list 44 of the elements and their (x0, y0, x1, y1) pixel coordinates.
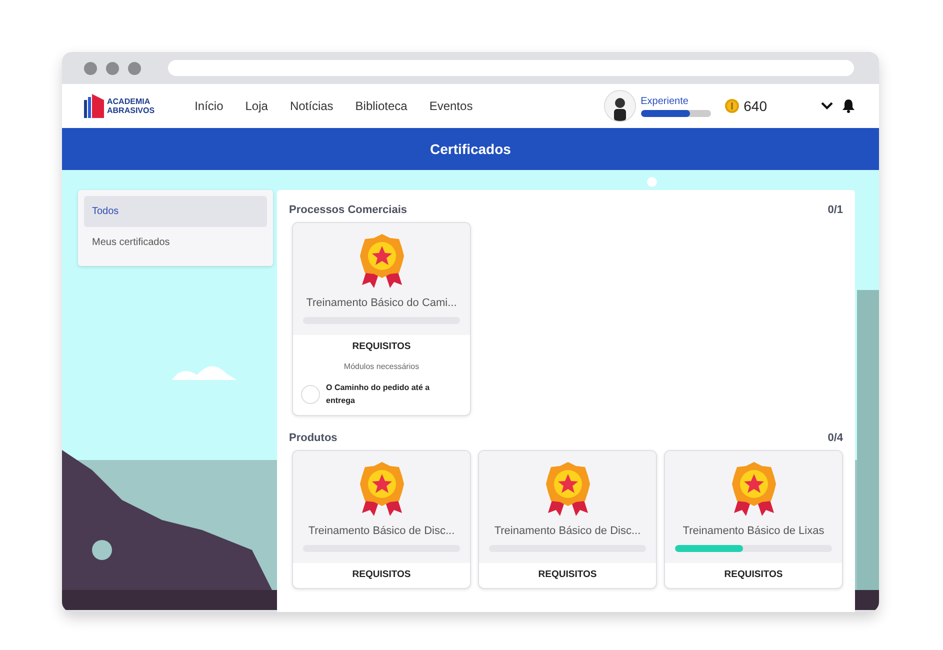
requirements-heading: REQUISITOS (538, 569, 597, 580)
certificate-card[interactable]: Treinamento Básico do Cami... REQUISITOS Módulos necessários O Caminho do pedido até a entrega (292, 222, 471, 416)
chevron-down-icon[interactable] (821, 102, 833, 110)
nav-link[interactable]: Eventos (429, 99, 473, 113)
requirements-heading: REQUISITOS (352, 341, 411, 352)
window-dot-icon (84, 62, 97, 74)
window-dot-icon (128, 62, 141, 74)
section-count: 0/1 (828, 204, 843, 216)
section-title: Processos Comerciais (289, 204, 408, 216)
logo-text: ABRASIVOS (107, 106, 155, 115)
medal-icon (358, 461, 404, 517)
certificate-card[interactable]: Treinamento Básico de Disc... REQUISITOS (478, 450, 657, 589)
snowflake-dot (647, 177, 657, 187)
coin-icon (724, 99, 739, 113)
logo-icon (84, 94, 104, 118)
medal-icon (544, 461, 590, 517)
module-name: O Caminho do pedido até a entrega (326, 382, 431, 407)
certificate-title: Treinamento Básico de Lixas (682, 525, 824, 537)
nav-link[interactable]: Notícias (290, 99, 334, 113)
section-count: 0/4 (828, 432, 843, 444)
medal-icon (358, 233, 404, 289)
certificate-title: Treinamento Básico de Disc... (494, 525, 641, 537)
avatar-icon[interactable] (604, 90, 636, 122)
rank-label: Experiente (640, 96, 690, 106)
modules-label: Módulos necessários (344, 362, 420, 371)
section-title: Produtos (289, 432, 338, 444)
certificate-card[interactable]: Treinamento Básico de Lixas REQUISITOS (664, 450, 843, 589)
nav-link[interactable]: Início (194, 99, 224, 113)
nav-link[interactable]: Biblioteca (355, 99, 408, 113)
page-title: Certificados (430, 141, 511, 157)
sidebar-item[interactable]: Todos (84, 196, 267, 227)
coin-count: 640 (744, 98, 767, 114)
certificate-title: Treinamento Básico do Cami... (306, 297, 457, 309)
cloud-icon (172, 366, 237, 380)
sidebar-item[interactable]: Meus certificados (84, 227, 267, 258)
logo-text: ACADEMIA (107, 97, 152, 106)
requirements-heading: REQUISITOS (352, 569, 411, 580)
nav-link[interactable]: Loja (245, 99, 268, 113)
requirements-heading: REQUISITOS (724, 569, 783, 580)
notification-bell-icon[interactable] (842, 99, 855, 113)
medal-icon (730, 461, 776, 517)
certificate-title: Treinamento Básico de Disc... (308, 525, 455, 537)
certificate-card[interactable]: Treinamento Básico de Disc... REQUISITOS (292, 450, 471, 589)
window-dot-icon (106, 62, 119, 74)
